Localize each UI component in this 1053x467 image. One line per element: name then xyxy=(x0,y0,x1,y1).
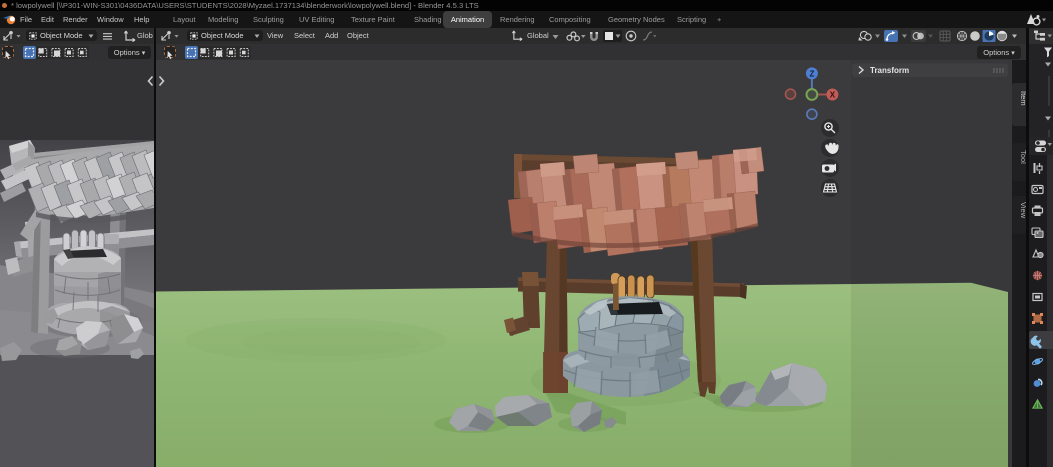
svg-text:Tool: Tool xyxy=(1019,150,1026,164)
svg-text:Z: Z xyxy=(809,69,814,78)
svg-text:Item: Item xyxy=(1019,91,1026,106)
svg-text:X: X xyxy=(830,91,836,100)
svg-text:View: View xyxy=(1019,202,1026,219)
svg-text:Transform: Transform xyxy=(870,66,909,75)
